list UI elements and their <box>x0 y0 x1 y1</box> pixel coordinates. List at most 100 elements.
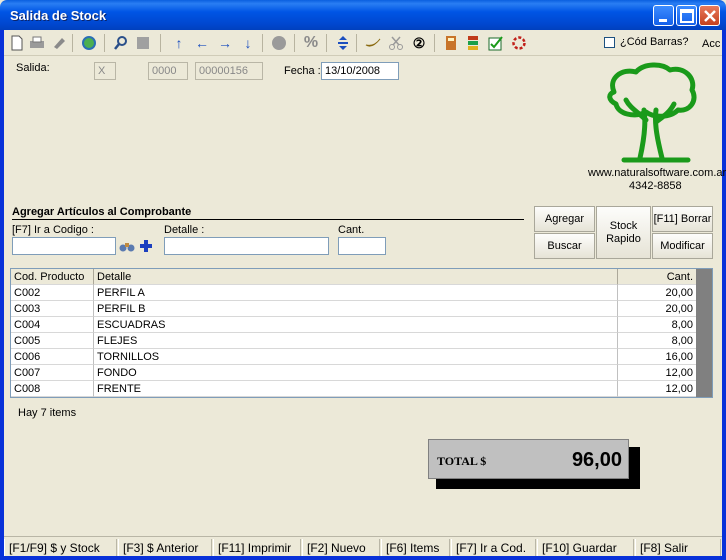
maximize-button[interactable] <box>676 5 697 26</box>
cod-barras-label: ¿Cód Barras? <box>620 36 689 48</box>
status-guardar-button[interactable]: [F10] Guardar <box>537 539 634 557</box>
cell-code[interactable]: C003 <box>11 301 94 317</box>
cod-barras-checkbox[interactable]: ¿Cód Barras? <box>604 36 688 48</box>
checkbox-icon[interactable] <box>487 34 505 52</box>
cell-code[interactable]: C005 <box>11 333 94 349</box>
detalle-label: Detalle : <box>164 224 205 236</box>
arrow-up-icon[interactable]: ↑ <box>170 34 188 52</box>
ring-icon[interactable] <box>510 34 528 52</box>
window-frame-bottom <box>0 556 726 560</box>
arrow-down-icon[interactable]: ↓ <box>239 34 257 52</box>
add-plus-icon[interactable] <box>138 238 154 254</box>
cell-detail[interactable]: PERFIL B <box>94 301 618 317</box>
binoculars-search-icon[interactable] <box>119 238 135 254</box>
cant-input[interactable] <box>338 237 386 255</box>
cell-detail[interactable]: FRENTE <box>94 381 618 397</box>
percent-icon[interactable]: % <box>302 34 320 52</box>
window-frame-right <box>722 30 726 560</box>
fecha-field[interactable]: 13/10/2008 <box>321 62 399 80</box>
cell-detail[interactable]: TORNILLOS <box>94 349 618 365</box>
minimize-button[interactable] <box>653 5 674 26</box>
refresh-icon[interactable] <box>80 34 98 52</box>
cell-code[interactable]: C006 <box>11 349 94 365</box>
cell-qty[interactable]: 12,00 <box>618 381 697 397</box>
toolbar-separator <box>72 34 73 52</box>
new-doc-icon[interactable] <box>8 34 26 52</box>
cell-qty[interactable]: 8,00 <box>618 317 697 333</box>
expand-vertical-icon[interactable] <box>334 34 352 52</box>
status-items-button[interactable]: [F6] Items <box>381 539 450 557</box>
stack-icon[interactable] <box>464 34 482 52</box>
close-icon <box>704 10 716 22</box>
title-bar: Salida de Stock <box>0 0 726 30</box>
grid-header: Cod. Producto Detalle Cant. <box>11 269 697 285</box>
detalle-input[interactable] <box>164 237 329 255</box>
cell-qty[interactable]: 20,00 <box>618 301 697 317</box>
record-icon[interactable] <box>270 34 288 52</box>
modificar-button[interactable]: Modificar <box>652 233 713 259</box>
cell-detail[interactable]: ESCUADRAS <box>94 317 618 333</box>
toolbar-separator <box>356 34 357 52</box>
items-grid[interactable]: Cod. Producto Detalle Cant. C002 PERFIL A… <box>10 268 713 398</box>
status-salir-button[interactable]: [F8] Salir <box>635 539 721 557</box>
cell-code[interactable]: C002 <box>11 285 94 301</box>
grid-scrollbar[interactable] <box>696 269 712 397</box>
toolbar-separator <box>160 34 161 52</box>
maximize-icon <box>680 9 694 23</box>
toolbar-separator <box>326 34 327 52</box>
status-bar: [F1/F9] $ y Stock [F3] $ Anterior [F11] … <box>4 536 722 557</box>
print-icon[interactable] <box>28 34 46 52</box>
status-anterior-button[interactable]: [F3] $ Anterior <box>118 539 212 557</box>
borrar-button[interactable]: [F11] Borrar <box>652 206 713 232</box>
col-header-detalle[interactable]: Detalle <box>94 269 618 285</box>
stock-rapido-button[interactable]: Stock Rapido <box>596 206 651 259</box>
status-stock-button[interactable]: [F1/F9] $ y Stock <box>4 539 117 557</box>
cell-detail[interactable]: FLEJES <box>94 333 618 349</box>
cell-code[interactable]: C007 <box>11 365 94 381</box>
cod-barras-checkbox-box[interactable] <box>604 36 615 48</box>
total-value: 96,00 <box>571 449 622 471</box>
items-count: Hay 7 items <box>18 407 77 419</box>
close-button[interactable] <box>699 5 720 26</box>
toolbar-separator <box>104 34 105 52</box>
arrow-right-icon[interactable]: → <box>216 34 234 52</box>
section-divider <box>12 219 524 220</box>
cell-code[interactable]: C008 <box>11 381 94 397</box>
company-website: www.naturalsoftware.com.ar <box>588 167 726 179</box>
cell-detail[interactable]: FONDO <box>94 365 618 381</box>
fecha-label: Fecha : <box>284 65 321 77</box>
cell-code[interactable]: C004 <box>11 317 94 333</box>
arrow-left-icon[interactable]: ← <box>193 34 211 52</box>
status-imprimir-button[interactable]: [F11] Imprimir <box>213 539 301 557</box>
add-section-title: Agregar Artículos al Comprobante <box>12 206 192 218</box>
tree-logo-icon <box>607 62 697 163</box>
stop-icon[interactable] <box>134 34 152 52</box>
agregar-button[interactable]: Agregar <box>534 206 595 232</box>
salida-label: Salida: <box>16 62 50 74</box>
col-header-cod[interactable]: Cod. Producto <box>11 269 94 285</box>
salida-letter-field[interactable]: X <box>94 62 116 80</box>
col-header-cant[interactable]: Cant. <box>618 269 697 285</box>
codigo-input[interactable] <box>12 237 116 255</box>
status-ir-cod-button[interactable]: [F7] Ir a Cod. <box>451 539 536 557</box>
circled-2-icon[interactable]: ② <box>410 34 428 52</box>
cell-qty[interactable]: 20,00 <box>618 285 697 301</box>
book-icon[interactable] <box>442 34 460 52</box>
scissors-icon[interactable] <box>387 34 405 52</box>
cell-qty[interactable]: 8,00 <box>618 333 697 349</box>
toolbar-separator <box>262 34 263 52</box>
brush-icon[interactable] <box>50 34 68 52</box>
cell-qty[interactable]: 16,00 <box>618 349 697 365</box>
toolbar-separator <box>294 34 295 52</box>
codigo-label: [F7] Ir a Codigo : <box>12 224 94 236</box>
acc-button[interactable]: Acc <box>702 38 720 50</box>
salida-numero-field[interactable]: 00000156 <box>195 62 263 80</box>
cell-qty[interactable]: 12,00 <box>618 365 697 381</box>
window-frame-left <box>0 30 4 560</box>
banana-icon[interactable] <box>364 34 382 52</box>
search-icon[interactable] <box>112 34 130 52</box>
salida-serie-field[interactable]: 0000 <box>148 62 188 80</box>
cell-detail[interactable]: PERFIL A <box>94 285 618 301</box>
buscar-button[interactable]: Buscar <box>534 233 595 259</box>
status-nuevo-button[interactable]: [F2] Nuevo <box>302 539 380 557</box>
